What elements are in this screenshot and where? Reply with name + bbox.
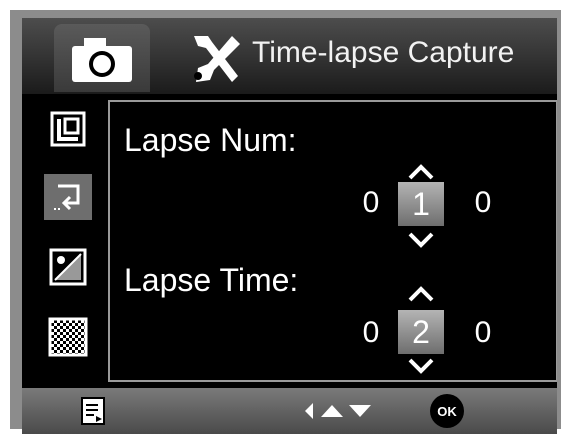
- lapse-num-digit-2-selected[interactable]: 1: [398, 182, 444, 226]
- lapse-time-digit-1[interactable]: 0: [356, 316, 386, 350]
- down-arrow-icon: [349, 405, 371, 417]
- lapse-time-digit-2-selected[interactable]: 2: [398, 310, 444, 354]
- ok-button[interactable]: OK: [430, 394, 464, 428]
- tools-icon[interactable]: [188, 32, 244, 84]
- left-arrow-icon: [305, 403, 313, 419]
- menu-button[interactable]: [78, 396, 108, 426]
- lapse-time-digit-3[interactable]: 0: [468, 316, 498, 350]
- lapse-num-digit-1[interactable]: 0: [356, 186, 386, 220]
- sidebar-item-exposure[interactable]: [44, 244, 92, 290]
- exposure-icon: [49, 248, 87, 286]
- lapse-time-down-icon[interactable]: [406, 356, 436, 376]
- lapse-num-digit-3[interactable]: 0: [468, 186, 498, 220]
- sidebar: [22, 94, 108, 386]
- tab-camera[interactable]: [54, 24, 150, 92]
- lapse-time-label: Lapse Time:: [124, 262, 299, 298]
- resolution-icon: [50, 111, 86, 147]
- sidebar-item-resolution[interactable]: [44, 106, 92, 152]
- camera-icon: [72, 38, 132, 82]
- navigation-hint: [302, 400, 382, 422]
- lapse-time-up-icon[interactable]: [406, 284, 436, 304]
- top-bar: Time-lapse Capture: [22, 18, 557, 94]
- bottom-bar: OK: [22, 388, 557, 434]
- quality-icon: [48, 317, 88, 357]
- sidebar-item-quality[interactable]: [44, 314, 92, 360]
- time-lapse-icon: [54, 184, 80, 211]
- lapse-num-label: Lapse Num:: [124, 122, 297, 158]
- sidebar-item-time-lapse[interactable]: [44, 174, 92, 220]
- ok-label: OK: [437, 403, 457, 419]
- settings-panel: Lapse Num: 0 1 0 Lapse Time: 0 2 0: [108, 100, 557, 382]
- page-title: Time-lapse Capture: [252, 36, 515, 69]
- lapse-num-down-icon[interactable]: [406, 230, 436, 250]
- lapse-num-up-icon[interactable]: [406, 162, 436, 182]
- navigation-icons: [305, 403, 371, 419]
- up-arrow-icon: [321, 405, 343, 417]
- menu-icon: [81, 397, 105, 425]
- camera-screen: Time-lapse Capture Lapse Num: 0 1 0 Laps…: [22, 18, 557, 434]
